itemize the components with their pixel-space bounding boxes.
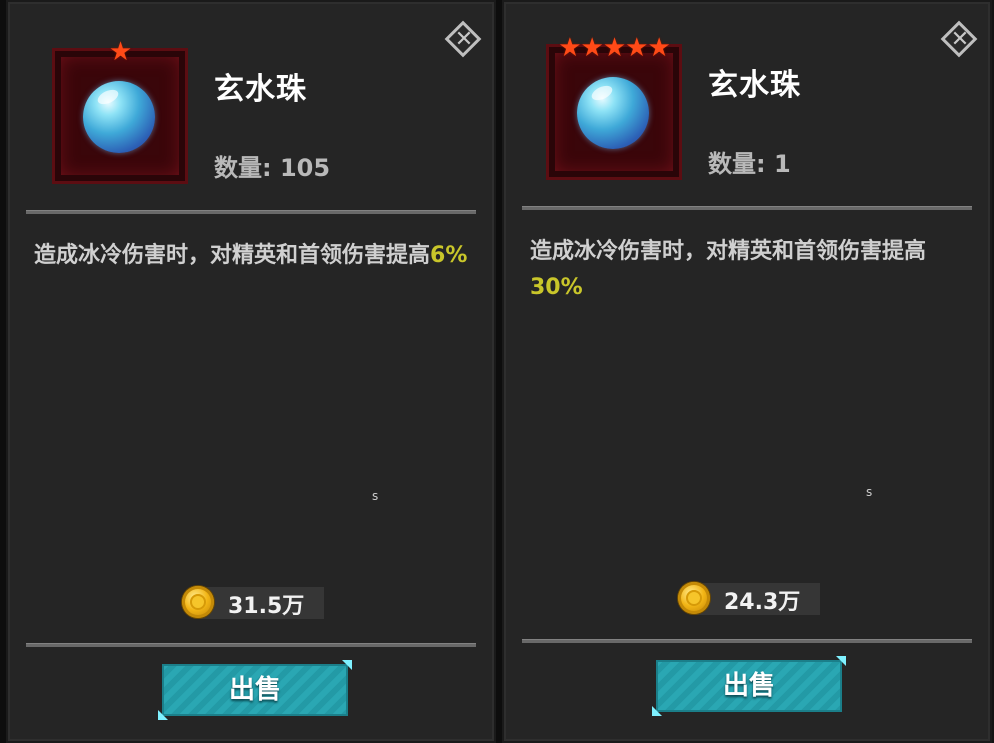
marker-text: s [866,485,873,499]
close-button[interactable]: ✕ [940,20,980,60]
star-icon: ★★★★★ [558,33,671,63]
item-icon-frame: ★ [52,37,188,184]
divider [26,210,476,214]
item-name: 玄水珠 [708,68,801,103]
description-value: 6% [430,243,468,268]
close-icon: ✕ [454,27,474,52]
coin-icon [678,582,710,614]
price-value: 31.5万 [228,594,305,619]
price-value: 24.3万 [724,590,801,615]
coin-icon [182,586,214,618]
description-text: 造成冰冷伤害时，对精英和首领伤害提高 [530,239,927,264]
item-quantity: 数量: 105 [214,154,331,182]
close-button[interactable]: ✕ [444,20,484,60]
item-description: 造成冰冷伤害时，对精英和首领伤害提高 30% [530,234,970,306]
item-detail-panel-2: ✕ ★★★★★ 玄水珠 数量: 1 造成冰冷伤害时，对精英和首领伤害提高30% … [502,0,992,743]
orb-icon [577,77,649,149]
item-icon-frame: ★★★★★ [546,33,682,180]
star-icon: ★ [108,37,132,67]
orb-icon [83,81,155,153]
close-icon: ✕ [950,27,970,52]
divider [522,206,972,210]
divider [26,643,476,647]
sell-button-label: 出售 [228,675,281,705]
divider [522,639,972,643]
sell-button[interactable]: 出售 [652,656,846,716]
item-name: 玄水珠 [214,72,307,107]
sell-button-label: 出售 [722,671,775,701]
description-text: 造成冰冷伤害时，对精英和首领伤害提高 [34,243,431,268]
item-detail-panel-1: ✕ ★ 玄水珠 数量: 105 造成冰冷伤害时，对精英和首领伤害提高6% s 3… [6,0,496,743]
marker-text: s [372,489,379,503]
sell-button[interactable]: 出售 [158,660,352,720]
description-value: 30% [530,275,583,300]
item-quantity: 数量: 1 [708,150,791,178]
item-description: 造成冰冷伤害时，对精英和首领伤害提高6% [34,238,474,274]
